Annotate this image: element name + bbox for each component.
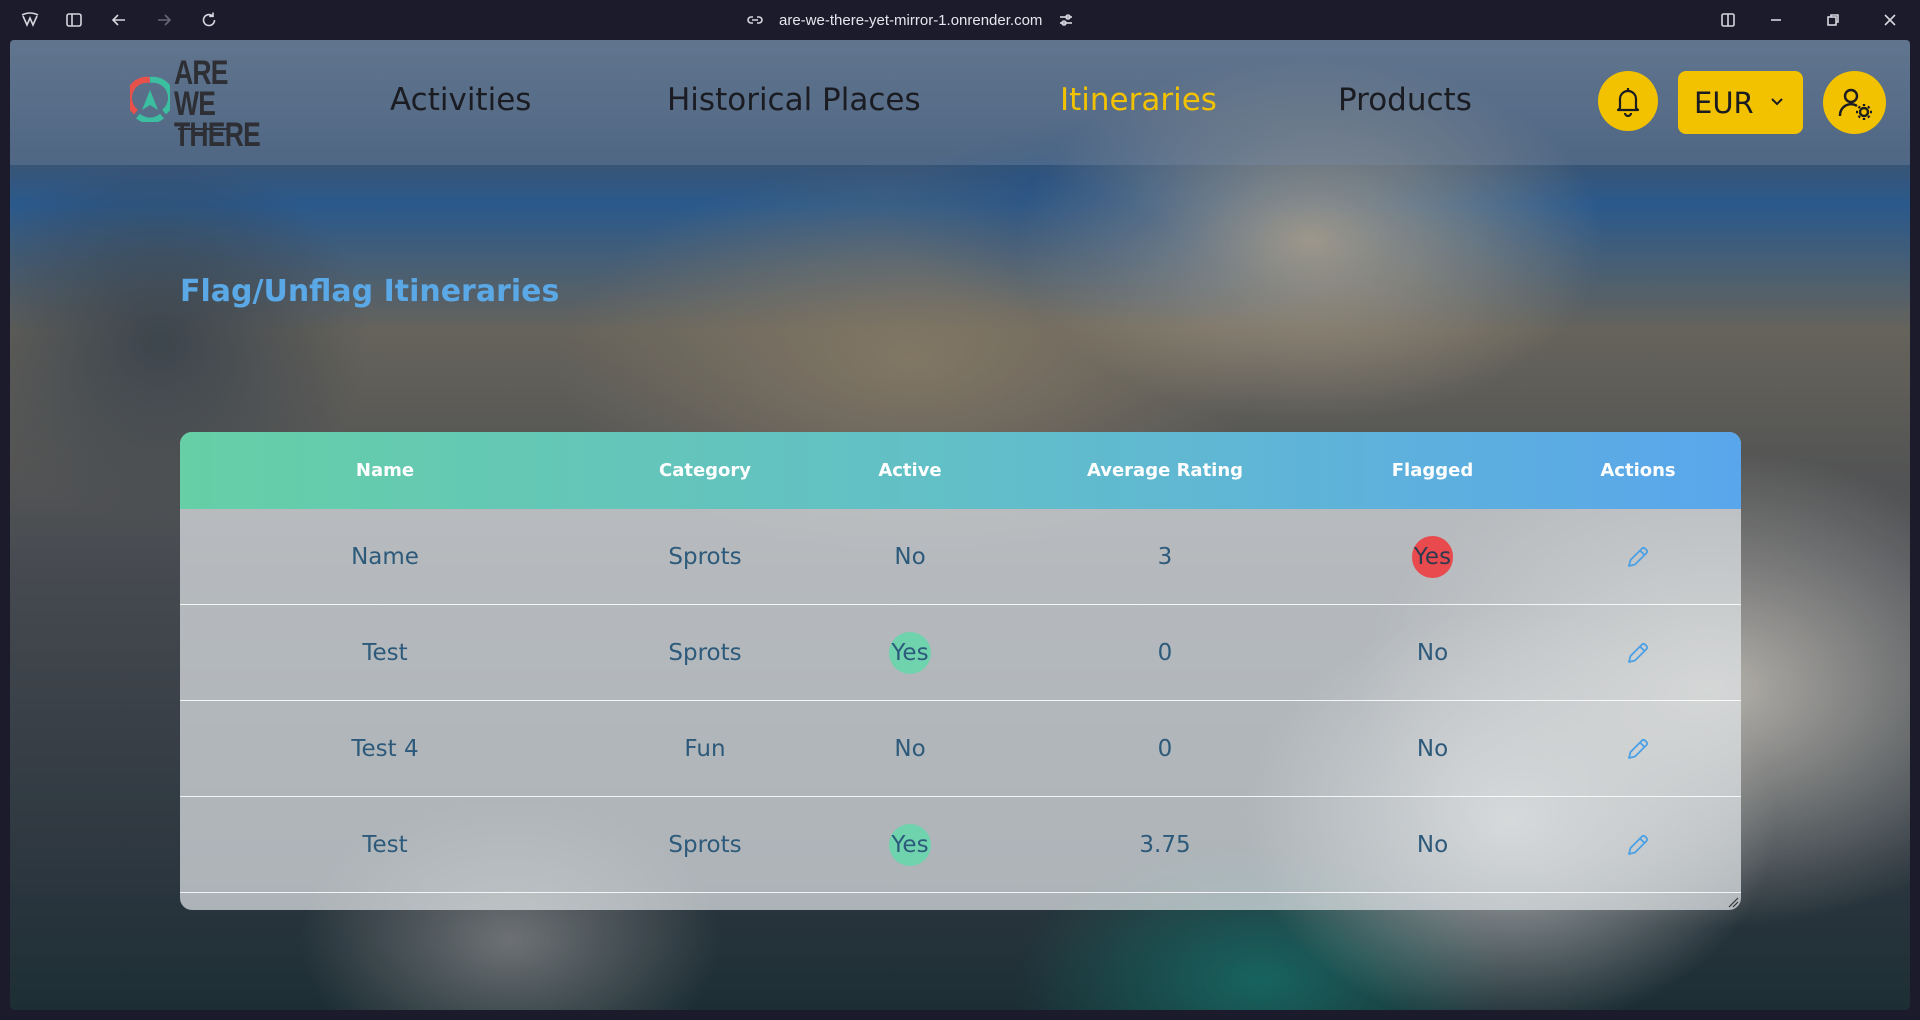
cell-rating: 3.75 xyxy=(1139,832,1191,858)
header-flagged[interactable]: Flagged xyxy=(1330,432,1535,509)
cell-category: Fun xyxy=(684,736,726,762)
url-text: are-we-there-yet-mirror-1.onrender.com xyxy=(779,11,1043,29)
top-navbar: ARE WE THERE Activities Historical Place… xyxy=(10,40,1910,165)
page-viewport: ARE WE THERE Activities Historical Place… xyxy=(10,40,1910,1010)
bell-icon xyxy=(1616,88,1640,118)
split-view-icon[interactable] xyxy=(1716,8,1740,32)
flagged-badge: Yes xyxy=(1411,536,1454,578)
header-active[interactable]: Active xyxy=(820,432,1000,509)
active-value: No xyxy=(894,544,926,570)
header-category[interactable]: Category xyxy=(590,432,820,509)
page-title: Flag/Unflag Itineraries xyxy=(180,274,560,309)
active-badge: Yes xyxy=(889,632,931,674)
header-name[interactable]: Name xyxy=(180,432,590,509)
table-row: Test Sprots Yes 3.75 No xyxy=(180,797,1741,893)
notifications-button[interactable] xyxy=(1598,71,1658,131)
cell-actions xyxy=(1535,701,1741,797)
minimize-icon[interactable] xyxy=(1764,8,1788,32)
logo-underline xyxy=(178,128,230,130)
pencil-icon[interactable] xyxy=(1625,736,1651,762)
logo-mark-icon xyxy=(130,76,170,122)
cell-active: Yes xyxy=(820,797,1000,893)
cell-active: Yes xyxy=(820,605,1000,701)
cell-name: Test xyxy=(362,832,408,858)
nav-products[interactable]: Products xyxy=(1338,82,1472,118)
forward-icon[interactable] xyxy=(152,8,176,32)
cell-category: Sprots xyxy=(668,640,742,666)
cell-name: Test xyxy=(362,640,408,666)
cell-active: No xyxy=(820,701,1000,797)
itineraries-table: Name Category Active Average Rating Flag… xyxy=(180,432,1741,910)
account-settings-button[interactable] xyxy=(1823,71,1886,134)
pencil-icon[interactable] xyxy=(1625,544,1651,570)
sidebar-toggle-icon[interactable] xyxy=(62,8,86,32)
cell-rating: 3 xyxy=(1157,544,1173,570)
cell-flagged: No xyxy=(1330,701,1535,797)
table-row: Test Sprots Yes 0 No xyxy=(180,605,1741,701)
nav-historical-places[interactable]: Historical Places xyxy=(667,82,921,118)
cell-actions xyxy=(1535,509,1741,605)
header-actions: Actions xyxy=(1600,460,1676,481)
currency-value: EUR xyxy=(1694,85,1754,120)
back-icon[interactable] xyxy=(107,8,131,32)
cell-actions xyxy=(1535,605,1741,701)
table-header: Name Category Active Average Rating Flag… xyxy=(180,432,1741,509)
logo-wordmark: ARE WE THERE xyxy=(174,54,261,154)
cell-active: No xyxy=(820,509,1000,605)
table-row: Test 4 Fun No 0 No xyxy=(180,701,1741,797)
resize-handle-icon[interactable] xyxy=(1727,896,1739,908)
cell-flagged: Yes xyxy=(1330,509,1535,605)
pencil-icon[interactable] xyxy=(1625,640,1651,666)
nav-itineraries[interactable]: Itineraries xyxy=(1060,82,1217,118)
currency-select[interactable]: EUR xyxy=(1678,71,1803,134)
table-row: Name Sprots No 3 Yes xyxy=(180,509,1741,605)
flagged-value: No xyxy=(1416,832,1449,858)
browser-logo-icon[interactable] xyxy=(18,8,42,32)
brand-logo[interactable]: ARE WE THERE xyxy=(130,56,278,152)
cell-flagged: No xyxy=(1330,605,1535,701)
site-settings-icon[interactable] xyxy=(1056,10,1076,30)
cell-category: Sprots xyxy=(668,832,742,858)
browser-chrome: are-we-there-yet-mirror-1.onrender.com xyxy=(0,0,1920,40)
cell-name: Test 4 xyxy=(351,736,419,762)
active-value: No xyxy=(894,736,926,762)
header-average-rating[interactable]: Average Rating xyxy=(1000,432,1330,509)
restore-icon[interactable] xyxy=(1821,8,1845,32)
cell-flagged: No xyxy=(1330,797,1535,893)
cell-rating: 0 xyxy=(1157,736,1173,762)
nav-activities[interactable]: Activities xyxy=(390,82,531,118)
active-badge: Yes xyxy=(889,824,931,866)
link-icon xyxy=(747,16,763,24)
reload-icon[interactable] xyxy=(197,8,221,32)
flagged-value: No xyxy=(1416,640,1449,666)
cell-category: Sprots xyxy=(668,544,742,570)
chevron-down-icon xyxy=(1771,98,1783,106)
cell-rating: 0 xyxy=(1157,640,1173,666)
user-settings-icon xyxy=(1838,88,1872,120)
address-bar[interactable]: are-we-there-yet-mirror-1.onrender.com xyxy=(745,8,1076,32)
flagged-value: No xyxy=(1416,736,1449,762)
cell-name: Name xyxy=(351,544,419,570)
cell-actions xyxy=(1535,797,1741,893)
pencil-icon[interactable] xyxy=(1625,832,1651,858)
close-icon[interactable] xyxy=(1878,8,1902,32)
